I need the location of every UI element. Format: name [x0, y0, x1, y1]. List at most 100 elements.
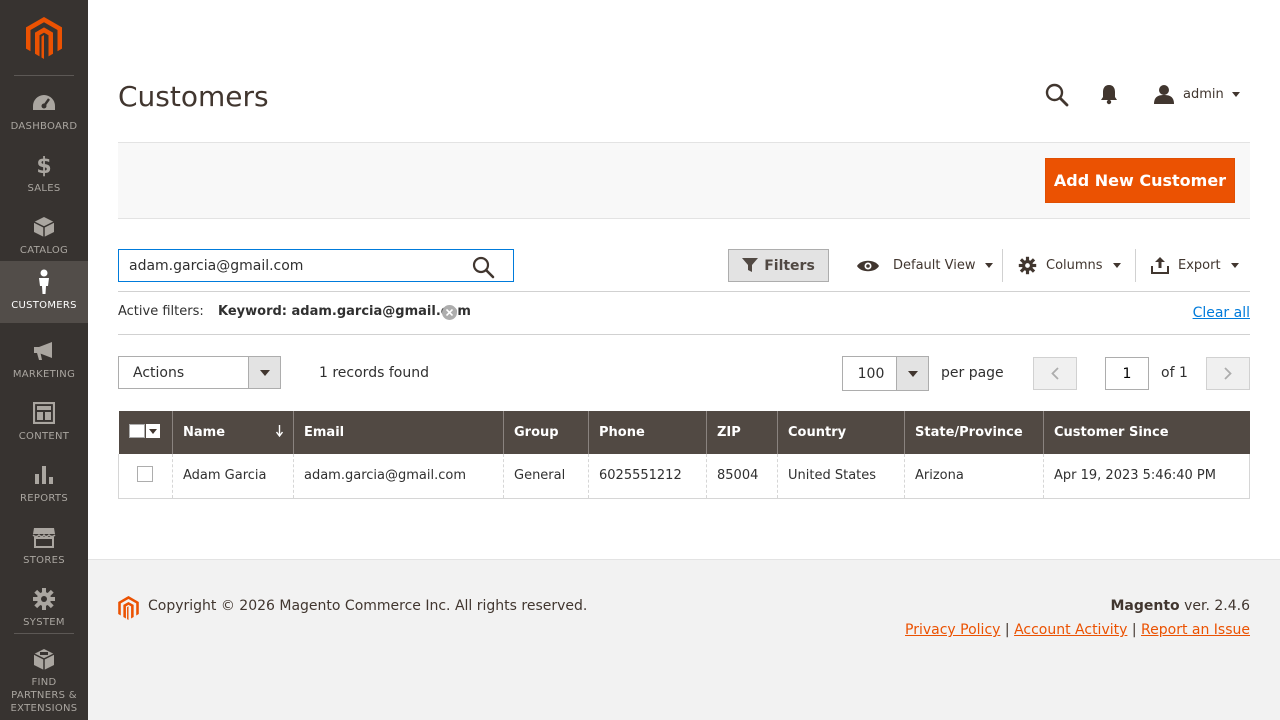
keyword-search-input[interactable]	[119, 250, 459, 281]
export-label: Export	[1178, 258, 1221, 273]
page-number-input[interactable]	[1105, 357, 1149, 390]
filters-button[interactable]: Filters	[728, 249, 829, 282]
row-select-cell	[118, 454, 173, 499]
column-header-phone[interactable]: Phone	[588, 411, 707, 454]
report-issue-link[interactable]: Report an Issue	[1141, 622, 1250, 638]
magento-logo[interactable]	[0, 0, 88, 75]
column-header-email[interactable]: Email	[293, 411, 504, 454]
view-selector[interactable]: Default View	[856, 249, 994, 282]
username-label: admin	[1183, 86, 1224, 102]
remove-filter-icon[interactable]	[442, 305, 457, 320]
cell-name: Adam Garcia	[172, 454, 294, 499]
megaphone-icon	[31, 338, 57, 364]
chevron-right-icon	[1224, 367, 1232, 380]
columns-label: Columns	[1046, 258, 1103, 273]
sidebar-divider	[14, 633, 74, 634]
cell-phone: 6025551212	[588, 454, 707, 499]
export-icon	[1151, 257, 1169, 274]
admin-sidebar: Dashboard $ Sales Catalog Customers Mark…	[0, 0, 88, 720]
search-icon[interactable]	[471, 255, 495, 279]
chevron-left-icon	[1051, 367, 1059, 380]
sidebar-item-content[interactable]: Content	[0, 390, 88, 452]
page-total: of 1	[1161, 365, 1188, 381]
cell-zip: 85004	[706, 454, 778, 499]
column-header-state[interactable]: State/Province	[904, 411, 1044, 454]
chevron-down-icon	[1231, 91, 1240, 97]
box-icon	[31, 214, 57, 240]
sidebar-item-partners[interactable]: Find Partners & Extensions	[0, 638, 88, 714]
sidebar-item-customers[interactable]: Customers	[0, 261, 88, 323]
view-label: Default View	[893, 258, 976, 273]
next-page-button[interactable]	[1206, 357, 1250, 390]
columns-selector[interactable]: Columns	[1018, 249, 1121, 282]
chevron-down-icon	[1230, 263, 1239, 268]
version-text: ver. 2.4.6	[1179, 598, 1250, 614]
column-header-name[interactable]: Name	[172, 411, 294, 454]
add-new-customer-button[interactable]: Add New Customer	[1045, 158, 1235, 203]
per-page-dropdown[interactable]: 100	[842, 356, 929, 391]
previous-page-button[interactable]	[1033, 357, 1077, 390]
chevron-down-icon	[145, 424, 160, 438]
page-title: Customers	[118, 80, 269, 113]
page-footer: Copyright © 2026 Magento Commerce Inc. A…	[88, 559, 1280, 720]
chevron-down-icon	[248, 357, 280, 388]
filters-label: Filters	[764, 257, 815, 274]
records-found: 1 records found	[319, 365, 429, 381]
notifications-bell-icon[interactable]	[1099, 83, 1121, 107]
sidebar-item-catalog[interactable]: Catalog	[0, 204, 88, 266]
privacy-policy-link[interactable]: Privacy Policy	[905, 622, 1000, 638]
footer-links: Privacy Policy | Account Activity | Repo…	[905, 622, 1250, 638]
export-selector[interactable]: Export	[1151, 249, 1239, 282]
mass-select-header[interactable]	[118, 411, 173, 454]
per-page-label: per page	[941, 365, 1004, 381]
toolbar-divider	[1002, 249, 1003, 282]
column-header-customer-since[interactable]: Customer Since	[1043, 411, 1250, 454]
copyright-text: Copyright © 2026 Magento Commerce Inc. A…	[148, 598, 588, 614]
sidebar-item-reports[interactable]: Reports	[0, 452, 88, 514]
content-icon	[31, 400, 57, 426]
mass-select-checkbox[interactable]	[128, 423, 161, 439]
per-page-value: 100	[857, 366, 885, 382]
keyword-search-field	[118, 249, 514, 282]
column-header-group[interactable]: Group	[503, 411, 589, 454]
chevron-down-icon	[985, 263, 994, 268]
sidebar-divider	[14, 75, 74, 76]
table-row[interactable]: Adam Garcia adam.garcia@gmail.com Genera…	[118, 454, 1250, 499]
store-icon	[31, 524, 57, 550]
global-search-icon[interactable]	[1044, 82, 1070, 108]
account-activity-link[interactable]: Account Activity	[1014, 622, 1127, 638]
extensions-icon	[31, 648, 57, 672]
gear-icon	[1018, 256, 1037, 275]
eye-icon	[857, 260, 879, 271]
row-checkbox[interactable]	[137, 465, 153, 482]
clear-all-link[interactable]: Clear all	[1193, 305, 1250, 321]
version-info: Magento ver. 2.4.6	[1110, 598, 1250, 614]
chevron-down-icon	[896, 357, 928, 390]
toolbar-divider	[1135, 249, 1136, 282]
dollar-icon: $	[31, 152, 57, 178]
chevron-down-icon	[1112, 263, 1121, 268]
table-header-row: Name Email Group Phone ZIP Country State…	[118, 411, 1250, 454]
mass-actions-dropdown[interactable]: Actions	[118, 356, 281, 389]
person-icon	[31, 269, 57, 295]
sidebar-item-stores[interactable]: Stores	[0, 514, 88, 576]
user-icon	[1154, 85, 1174, 104]
funnel-icon	[742, 258, 759, 272]
page-actions-bar: Add New Customer	[118, 142, 1250, 219]
user-menu[interactable]: admin	[1153, 82, 1240, 106]
customers-grid: Name Email Group Phone ZIP Country State…	[118, 411, 1250, 499]
sidebar-item-marketing[interactable]: Marketing	[0, 328, 88, 390]
active-filter-keyword: Keyword: adam.garcia@gmail.com	[218, 304, 471, 319]
cell-group: General	[503, 454, 589, 499]
sidebar-item-dashboard[interactable]: Dashboard	[0, 80, 88, 142]
column-header-country[interactable]: Country	[777, 411, 905, 454]
sidebar-item-sales[interactable]: $ Sales	[0, 142, 88, 204]
brand-name: Magento	[1110, 598, 1180, 614]
cell-state: Arizona	[904, 454, 1044, 499]
cell-customer-since: Apr 19, 2023 5:46:40 PM	[1043, 454, 1250, 499]
column-header-zip[interactable]: ZIP	[706, 411, 778, 454]
dashboard-icon	[31, 90, 57, 116]
sidebar-item-system[interactable]: System	[0, 576, 88, 638]
svg-text:$: $	[36, 154, 51, 177]
cell-country: United States	[777, 454, 905, 499]
